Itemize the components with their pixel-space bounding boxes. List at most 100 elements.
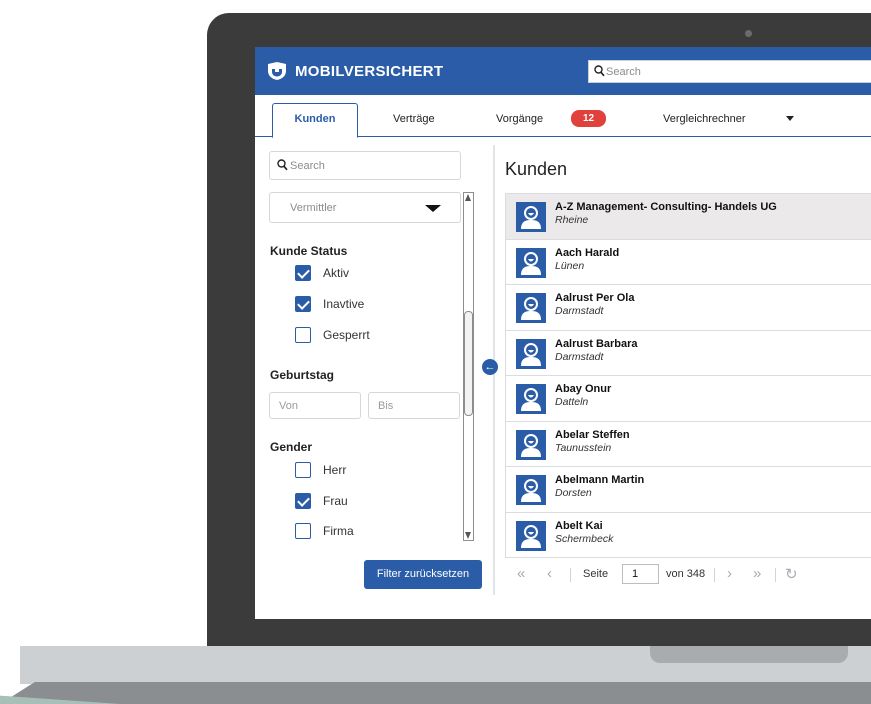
avatar — [516, 520, 546, 551]
refresh-icon[interactable]: ↻ — [785, 565, 798, 583]
customer-name: Abelmann Martin — [555, 474, 645, 486]
pager-separator — [570, 568, 571, 582]
avatar — [516, 202, 546, 232]
global-search-input[interactable]: Search — [588, 60, 871, 83]
customer-name: Aach Harald — [555, 246, 620, 259]
avatar — [516, 247, 546, 278]
scroll-down-icon[interactable] — [465, 532, 471, 539]
status-gesperrt-label: Gesperrt — [323, 328, 370, 342]
filter-search-placeholder: Search — [290, 160, 325, 172]
birthday-to-placeholder: Bis — [378, 400, 394, 412]
chevron-down-icon[interactable] — [786, 116, 794, 121]
page-total-label: von 348 — [666, 568, 706, 580]
last-page-icon[interactable]: » — [753, 565, 761, 582]
pagination: « ‹ Seite 1 von 348 › » ↻ — [505, 557, 871, 592]
global-search-placeholder: Search — [606, 66, 641, 78]
page-label: Seite — [583, 568, 609, 580]
list-item[interactable]: Abay Onur Datteln — [506, 376, 871, 422]
caret-down-icon — [425, 205, 441, 212]
filter-scrollbar[interactable] — [463, 192, 474, 541]
vermittler-select[interactable]: Vermittler — [269, 192, 461, 223]
tab-vorgaenge[interactable]: Vorgänge — [496, 113, 543, 125]
birthday-to-input[interactable]: Bis — [368, 392, 460, 419]
status-gesperrt-checkbox[interactable] — [295, 327, 311, 343]
gender-section-title: Gender — [270, 440, 313, 454]
birthday-from-placeholder: Von — [279, 400, 298, 412]
gender-frau-checkbox[interactable] — [295, 493, 311, 509]
status-aktiv-label: Aktiv — [323, 266, 350, 280]
status-aktiv-checkbox[interactable] — [295, 265, 311, 281]
scroll-up-icon[interactable] — [465, 194, 471, 201]
camera-icon — [745, 30, 752, 37]
tab-vertraege[interactable]: Verträge — [393, 113, 435, 125]
birthday-section-title: Geburtstag — [270, 368, 335, 382]
status-inaktiv-checkbox[interactable] — [295, 296, 311, 312]
customer-city: Lünen — [555, 259, 585, 272]
birthday-from-input[interactable]: Von — [269, 392, 361, 419]
list-item[interactable]: Aalrust Per Ola Darmstadt — [506, 285, 871, 331]
customer-name: Abelt Kai — [555, 519, 603, 532]
customer-name: Abay Onur — [555, 383, 612, 395]
page-number-value: 1 — [632, 568, 639, 580]
page-number-input[interactable]: 1 — [622, 564, 659, 584]
next-page-icon[interactable]: › — [727, 565, 732, 582]
search-icon — [594, 65, 605, 77]
gender-herr-checkbox[interactable] — [295, 462, 311, 478]
app-header: MOBILVERSICHERT Search — [255, 47, 871, 95]
customer-city: Datteln — [555, 396, 589, 408]
pager-separator — [775, 568, 776, 582]
user-icon — [521, 297, 541, 320]
first-page-icon[interactable]: « — [517, 565, 525, 582]
reset-filter-button[interactable]: Filter zurücksetzen — [364, 560, 482, 589]
gender-firma-checkbox[interactable] — [295, 523, 311, 539]
customer-city: Schermbeck — [555, 532, 614, 545]
gender-firma-label: Firma — [323, 524, 354, 538]
avatar — [516, 384, 546, 414]
search-icon — [277, 159, 288, 171]
user-icon — [521, 433, 541, 457]
list-item[interactable]: Aach Harald Lünen — [506, 240, 871, 285]
tab-kunden[interactable]: Kunden — [272, 103, 358, 138]
prev-page-icon[interactable]: ‹ — [547, 565, 552, 582]
customer-city: Taunusstein — [555, 441, 612, 454]
list-item[interactable]: Abelmann Martin Dorsten — [506, 467, 871, 513]
avatar — [516, 429, 546, 460]
customer-city: Dorsten — [555, 487, 592, 499]
avatar — [516, 338, 546, 369]
collapse-panel-arrow-icon[interactable]: ← — [482, 359, 498, 375]
user-icon — [521, 251, 541, 275]
page-title: Kunden — [505, 159, 568, 179]
tab-kunden-label: Kunden — [294, 113, 336, 125]
laptop-base-notch — [650, 646, 848, 663]
gender-frau-label: Frau — [323, 494, 348, 508]
tab-vergleichrechner[interactable]: Vergleichrechner — [663, 113, 746, 125]
laptop-base-lip — [0, 682, 871, 704]
user-icon — [521, 388, 541, 411]
app-screen: MOBILVERSICHERT Search Kunden Verträge V… — [255, 47, 871, 619]
status-section-title: Kunde Status — [270, 244, 348, 258]
user-icon — [521, 342, 541, 366]
list-item[interactable]: A-Z Management- Consulting- Handels UG Rh… — [506, 194, 871, 240]
customer-name: Aalrust Barbara — [555, 337, 638, 350]
avatar — [516, 475, 546, 505]
brand-name: MOBILVERSICHERT — [295, 63, 444, 80]
customer-city: Darmstadt — [555, 305, 604, 317]
user-icon — [521, 479, 541, 502]
avatar — [516, 293, 546, 323]
customer-name: Aalrust Per Ola — [555, 292, 635, 304]
customer-name: Abelar Steffen — [555, 428, 630, 441]
vorgaenge-count-badge: 12 — [571, 110, 606, 127]
customer-city: Darmstadt — [555, 350, 604, 363]
user-icon — [521, 524, 541, 548]
scrollbar-thumb[interactable] — [464, 311, 473, 416]
filter-search-input[interactable]: Search — [269, 151, 461, 180]
list-item[interactable]: Abelt Kai Schermbeck — [506, 513, 871, 558]
vermittler-placeholder: Vermittler — [290, 202, 337, 214]
list-item[interactable]: Aalrust Barbara Darmstadt — [506, 331, 871, 376]
customer-name: A-Z Management- Consulting- Handels UG — [555, 201, 777, 213]
gender-herr-label: Herr — [323, 463, 347, 477]
user-icon — [521, 206, 541, 229]
list-item[interactable]: Abelar Steffen Taunusstein — [506, 422, 871, 467]
pager-separator — [714, 568, 715, 582]
customer-list: A-Z Management- Consulting- Handels UG Rh… — [505, 193, 871, 558]
